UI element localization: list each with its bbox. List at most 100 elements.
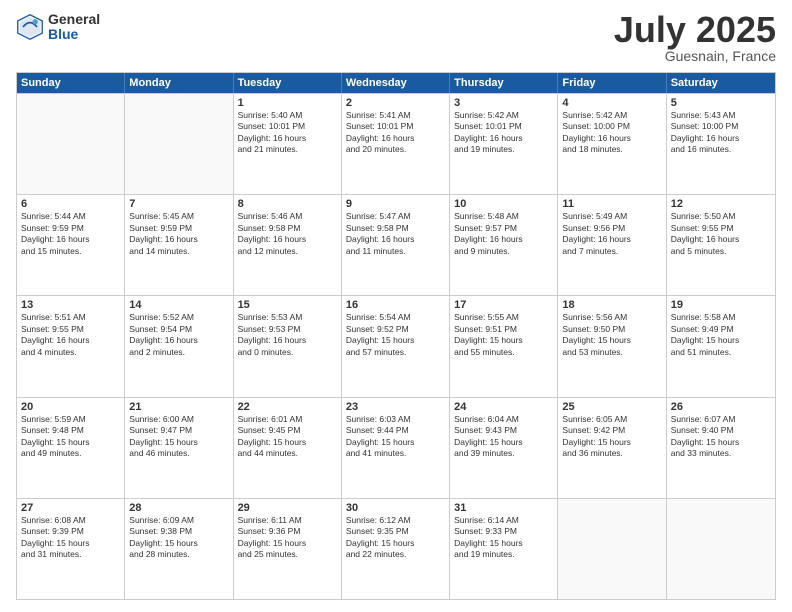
calendar-day-empty [17, 94, 125, 194]
day-info: Sunrise: 5:50 AMSunset: 9:55 PMDaylight:… [671, 211, 771, 257]
day-info: Sunrise: 5:46 AMSunset: 9:58 PMDaylight:… [238, 211, 337, 257]
day-info: Sunrise: 5:55 AMSunset: 9:51 PMDaylight:… [454, 312, 553, 358]
calendar-day-21: 21Sunrise: 6:00 AMSunset: 9:47 PMDayligh… [125, 398, 233, 498]
day-info: Sunrise: 5:43 AMSunset: 10:00 PMDaylight… [671, 110, 771, 156]
header-day-monday: Monday [125, 73, 233, 93]
calendar-day-7: 7Sunrise: 5:45 AMSunset: 9:59 PMDaylight… [125, 195, 233, 295]
logo-text: General Blue [48, 12, 100, 43]
day-info: Sunrise: 5:45 AMSunset: 9:59 PMDaylight:… [129, 211, 228, 257]
header-day-saturday: Saturday [667, 73, 775, 93]
calendar-day-2: 2Sunrise: 5:41 AMSunset: 10:01 PMDayligh… [342, 94, 450, 194]
day-number: 3 [454, 97, 553, 109]
day-info: Sunrise: 5:56 AMSunset: 9:50 PMDaylight:… [562, 312, 661, 358]
day-number: 6 [21, 198, 120, 210]
calendar-day-8: 8Sunrise: 5:46 AMSunset: 9:58 PMDaylight… [234, 195, 342, 295]
day-info: Sunrise: 5:54 AMSunset: 9:52 PMDaylight:… [346, 312, 445, 358]
day-number: 26 [671, 401, 771, 413]
day-info: Sunrise: 6:00 AMSunset: 9:47 PMDaylight:… [129, 414, 228, 460]
day-info: Sunrise: 5:42 AMSunset: 10:00 PMDaylight… [562, 110, 661, 156]
day-number: 5 [671, 97, 771, 109]
day-number: 20 [21, 401, 120, 413]
day-number: 4 [562, 97, 661, 109]
day-number: 28 [129, 502, 228, 514]
day-number: 17 [454, 299, 553, 311]
day-number: 13 [21, 299, 120, 311]
day-info: Sunrise: 5:49 AMSunset: 9:56 PMDaylight:… [562, 211, 661, 257]
calendar-day-6: 6Sunrise: 5:44 AMSunset: 9:59 PMDaylight… [17, 195, 125, 295]
calendar-day-19: 19Sunrise: 5:58 AMSunset: 9:49 PMDayligh… [667, 296, 775, 396]
day-info: Sunrise: 5:51 AMSunset: 9:55 PMDaylight:… [21, 312, 120, 358]
day-info: Sunrise: 5:48 AMSunset: 9:57 PMDaylight:… [454, 211, 553, 257]
logo: General Blue [16, 12, 100, 43]
day-number: 11 [562, 198, 661, 210]
day-number: 12 [671, 198, 771, 210]
title-location: Guesnain, France [614, 48, 776, 64]
day-info: Sunrise: 5:44 AMSunset: 9:59 PMDaylight:… [21, 211, 120, 257]
calendar-day-14: 14Sunrise: 5:52 AMSunset: 9:54 PMDayligh… [125, 296, 233, 396]
calendar-day-13: 13Sunrise: 5:51 AMSunset: 9:55 PMDayligh… [17, 296, 125, 396]
header-day-wednesday: Wednesday [342, 73, 450, 93]
day-info: Sunrise: 5:58 AMSunset: 9:49 PMDaylight:… [671, 312, 771, 358]
day-number: 31 [454, 502, 553, 514]
calendar-day-16: 16Sunrise: 5:54 AMSunset: 9:52 PMDayligh… [342, 296, 450, 396]
day-info: Sunrise: 6:01 AMSunset: 9:45 PMDaylight:… [238, 414, 337, 460]
day-number: 18 [562, 299, 661, 311]
day-info: Sunrise: 5:53 AMSunset: 9:53 PMDaylight:… [238, 312, 337, 358]
calendar: SundayMondayTuesdayWednesdayThursdayFrid… [16, 72, 776, 600]
calendar-day-28: 28Sunrise: 6:09 AMSunset: 9:38 PMDayligh… [125, 499, 233, 599]
calendar-day-5: 5Sunrise: 5:43 AMSunset: 10:00 PMDayligh… [667, 94, 775, 194]
day-info: Sunrise: 6:04 AMSunset: 9:43 PMDaylight:… [454, 414, 553, 460]
header: General Blue July 2025 Guesnain, France [16, 12, 776, 64]
day-number: 23 [346, 401, 445, 413]
calendar-day-31: 31Sunrise: 6:14 AMSunset: 9:33 PMDayligh… [450, 499, 558, 599]
logo-blue-text: Blue [48, 27, 100, 42]
calendar-day-29: 29Sunrise: 6:11 AMSunset: 9:36 PMDayligh… [234, 499, 342, 599]
day-number: 30 [346, 502, 445, 514]
calendar-row-4: 20Sunrise: 5:59 AMSunset: 9:48 PMDayligh… [17, 397, 775, 498]
calendar-row-3: 13Sunrise: 5:51 AMSunset: 9:55 PMDayligh… [17, 295, 775, 396]
day-info: Sunrise: 5:52 AMSunset: 9:54 PMDaylight:… [129, 312, 228, 358]
day-info: Sunrise: 5:59 AMSunset: 9:48 PMDaylight:… [21, 414, 120, 460]
calendar-day-27: 27Sunrise: 6:08 AMSunset: 9:39 PMDayligh… [17, 499, 125, 599]
calendar-row-2: 6Sunrise: 5:44 AMSunset: 9:59 PMDaylight… [17, 194, 775, 295]
day-info: Sunrise: 5:42 AMSunset: 10:01 PMDaylight… [454, 110, 553, 156]
day-info: Sunrise: 6:12 AMSunset: 9:35 PMDaylight:… [346, 515, 445, 561]
title-block: July 2025 Guesnain, France [614, 12, 776, 64]
day-number: 16 [346, 299, 445, 311]
day-info: Sunrise: 6:11 AMSunset: 9:36 PMDaylight:… [238, 515, 337, 561]
calendar-day-23: 23Sunrise: 6:03 AMSunset: 9:44 PMDayligh… [342, 398, 450, 498]
day-info: Sunrise: 5:41 AMSunset: 10:01 PMDaylight… [346, 110, 445, 156]
calendar-day-20: 20Sunrise: 5:59 AMSunset: 9:48 PMDayligh… [17, 398, 125, 498]
logo-icon [16, 13, 44, 41]
day-number: 7 [129, 198, 228, 210]
logo-general-text: General [48, 12, 100, 27]
day-number: 15 [238, 299, 337, 311]
calendar-day-empty [558, 499, 666, 599]
day-info: Sunrise: 5:47 AMSunset: 9:58 PMDaylight:… [346, 211, 445, 257]
calendar-row-5: 27Sunrise: 6:08 AMSunset: 9:39 PMDayligh… [17, 498, 775, 599]
day-info: Sunrise: 6:03 AMSunset: 9:44 PMDaylight:… [346, 414, 445, 460]
calendar-day-30: 30Sunrise: 6:12 AMSunset: 9:35 PMDayligh… [342, 499, 450, 599]
day-number: 9 [346, 198, 445, 210]
calendar-day-25: 25Sunrise: 6:05 AMSunset: 9:42 PMDayligh… [558, 398, 666, 498]
calendar-day-26: 26Sunrise: 6:07 AMSunset: 9:40 PMDayligh… [667, 398, 775, 498]
day-number: 19 [671, 299, 771, 311]
calendar-day-17: 17Sunrise: 5:55 AMSunset: 9:51 PMDayligh… [450, 296, 558, 396]
day-number: 2 [346, 97, 445, 109]
calendar-day-9: 9Sunrise: 5:47 AMSunset: 9:58 PMDaylight… [342, 195, 450, 295]
title-month: July 2025 [614, 12, 776, 48]
day-info: Sunrise: 6:05 AMSunset: 9:42 PMDaylight:… [562, 414, 661, 460]
day-number: 1 [238, 97, 337, 109]
page: General Blue July 2025 Guesnain, France … [0, 0, 792, 612]
header-day-friday: Friday [558, 73, 666, 93]
day-number: 24 [454, 401, 553, 413]
calendar-body: 1Sunrise: 5:40 AMSunset: 10:01 PMDayligh… [17, 93, 775, 599]
calendar-day-24: 24Sunrise: 6:04 AMSunset: 9:43 PMDayligh… [450, 398, 558, 498]
calendar-row-1: 1Sunrise: 5:40 AMSunset: 10:01 PMDayligh… [17, 93, 775, 194]
day-number: 29 [238, 502, 337, 514]
calendar-day-18: 18Sunrise: 5:56 AMSunset: 9:50 PMDayligh… [558, 296, 666, 396]
day-number: 8 [238, 198, 337, 210]
calendar-header: SundayMondayTuesdayWednesdayThursdayFrid… [17, 73, 775, 93]
day-number: 25 [562, 401, 661, 413]
day-info: Sunrise: 6:14 AMSunset: 9:33 PMDaylight:… [454, 515, 553, 561]
